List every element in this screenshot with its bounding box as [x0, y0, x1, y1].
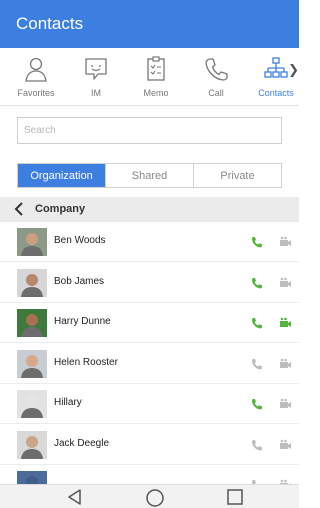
- contact-name: Helen Rooster: [54, 356, 118, 368]
- org-chart-icon: [264, 57, 288, 78]
- call-icon[interactable]: [251, 438, 263, 456]
- segment-private[interactable]: Private: [194, 164, 281, 187]
- contact-row[interactable]: Helen Rooster: [0, 343, 299, 384]
- call-icon[interactable]: [251, 397, 263, 415]
- call-icon[interactable]: [251, 316, 263, 334]
- segment-shared[interactable]: Shared: [106, 164, 194, 187]
- back-triangle-icon[interactable]: [66, 488, 84, 506]
- avatar: [17, 228, 47, 256]
- video-chat-icon[interactable]: [279, 276, 292, 294]
- contact-name: Hillary: [54, 397, 82, 408]
- call-icon[interactable]: [251, 357, 263, 375]
- tab-memo[interactable]: Memo: [126, 48, 186, 106]
- video-chat-icon[interactable]: [279, 397, 292, 415]
- tab-im-label: IM: [91, 88, 101, 98]
- chevron-right-icon[interactable]: ❯: [288, 62, 299, 78]
- contact-name: Ben Woods: [54, 235, 106, 246]
- contact-row[interactable]: Jack Deegle: [0, 424, 299, 465]
- avatar: [17, 430, 47, 459]
- call-icon[interactable]: [251, 235, 263, 253]
- tab-call[interactable]: Call: [186, 48, 246, 106]
- contact-name: Harry Dunne: [54, 316, 111, 327]
- video-chat-icon[interactable]: [279, 357, 292, 375]
- segment-organization[interactable]: Organization: [18, 164, 106, 187]
- tab-memo-label: Memo: [143, 88, 169, 98]
- video-chat-icon[interactable]: [279, 316, 292, 334]
- avatar: [17, 349, 47, 378]
- video-chat-icon[interactable]: [279, 438, 292, 456]
- chevron-left-icon[interactable]: [14, 202, 24, 216]
- phone-icon: [205, 58, 228, 81]
- system-nav-bar: [0, 484, 299, 508]
- tab-favorites[interactable]: Favorites: [6, 48, 66, 106]
- contact-name: Jack Deegle: [54, 437, 110, 449]
- contact-row[interactable]: Harry Dunne: [0, 303, 299, 343]
- search-input[interactable]: [18, 118, 281, 143]
- avatar: [17, 309, 47, 337]
- tab-im[interactable]: IM: [66, 48, 126, 106]
- scope-segmented-control: Organization Shared Private: [17, 163, 282, 188]
- avatar: [17, 268, 47, 297]
- person-icon: [25, 57, 47, 82]
- app-bar: Contacts: [0, 0, 299, 48]
- recents-square-icon[interactable]: [226, 488, 244, 506]
- page-title: Contacts: [16, 14, 84, 33]
- tab-bar: Favorites IM Memo Call Contacts ❯: [0, 48, 299, 106]
- contact-name: Bob James: [54, 275, 105, 287]
- tab-call-label: Call: [208, 88, 224, 98]
- tab-favorites-label: Favorites: [17, 88, 55, 98]
- contact-row[interactable]: Bob James: [0, 262, 299, 303]
- contact-row[interactable]: Hillary: [0, 384, 299, 424]
- tab-contacts-label: Contacts: [258, 88, 294, 98]
- video-chat-icon[interactable]: [279, 235, 292, 253]
- home-circle-icon[interactable]: [145, 488, 165, 508]
- breadcrumb[interactable]: Company: [0, 197, 299, 222]
- search-box: [17, 117, 282, 144]
- call-icon[interactable]: [251, 276, 263, 294]
- contact-row[interactable]: Ben Woods: [0, 222, 299, 262]
- memo-icon: [147, 56, 165, 81]
- avatar: [17, 390, 47, 418]
- breadcrumb-label: Company: [35, 203, 86, 215]
- chat-bubble-icon: [85, 58, 107, 80]
